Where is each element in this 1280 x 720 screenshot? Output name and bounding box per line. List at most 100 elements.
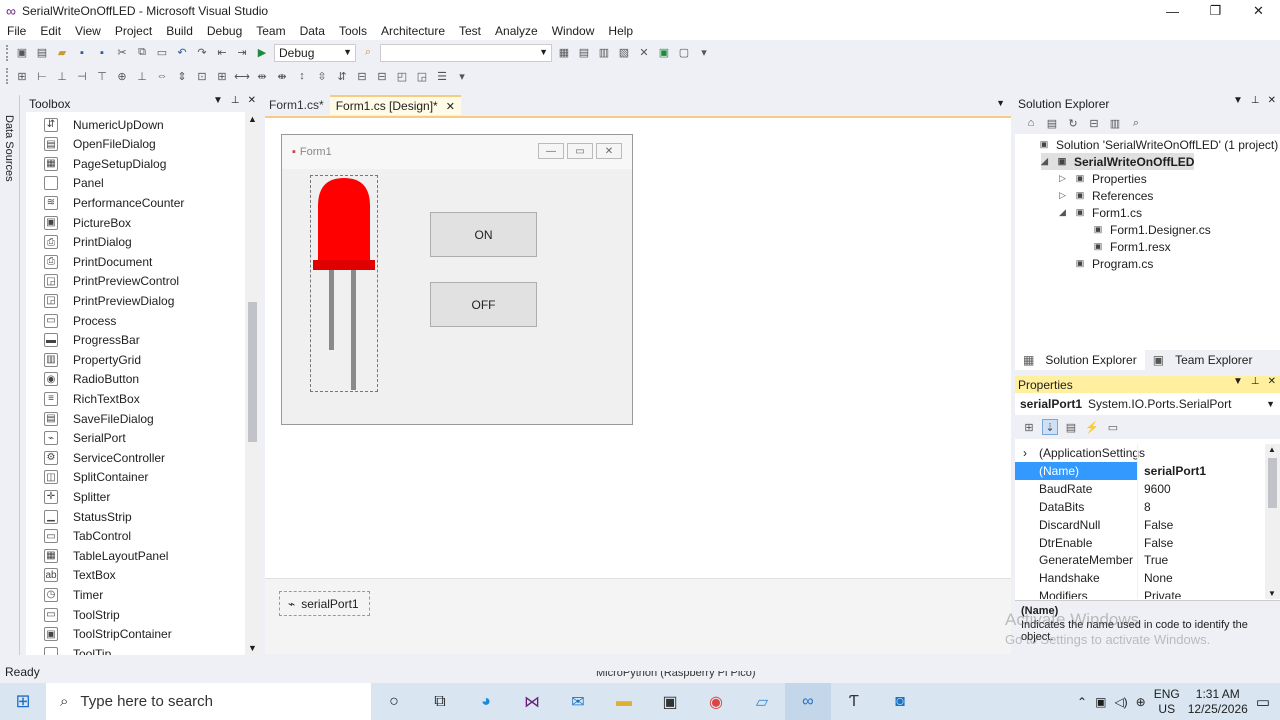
toolbox-item[interactable]: ≡ RichTextBox	[26, 389, 244, 408]
property-row[interactable]: (Name) serialPort1	[1015, 461, 1263, 480]
expand-property-icon[interactable]: ›	[1023, 446, 1027, 460]
panel-menu-icon[interactable]: ▼	[1233, 376, 1243, 387]
collapse-all-icon[interactable]: ⊟	[1086, 115, 1102, 131]
toolbox-item[interactable]: ▥ PropertyGrid	[26, 350, 244, 369]
toolbox-item[interactable]: ⌁ SerialPort	[26, 429, 244, 448]
solution-tree-item[interactable]: ◢ ▣ Form1.cs	[1059, 204, 1142, 221]
navigate-back-icon[interactable]: ⇤	[214, 45, 230, 61]
make-same-width-icon[interactable]: ⇔	[154, 68, 170, 84]
refresh-icon[interactable]: ↻	[1065, 115, 1081, 131]
add-item-icon[interactable]: ▤	[34, 45, 50, 61]
alphabetical-icon[interactable]: ⇣	[1042, 419, 1058, 435]
solution-tree-item[interactable]: ▷ ▣ References	[1059, 187, 1153, 204]
tools-icon[interactable]: ✕	[636, 45, 652, 61]
toolbox-item[interactable]: ▬ ProgressBar	[26, 331, 244, 350]
off-button[interactable]: OFF	[430, 282, 537, 327]
toolbox-item[interactable]: ▤ OpenFileDialog	[26, 135, 244, 154]
language-indicator[interactable]: ENG US	[1154, 687, 1180, 717]
toolbar-options-icon[interactable]: ▾	[696, 45, 712, 61]
open-file-icon[interactable]: ▰	[54, 45, 70, 61]
property-row[interactable]: › (ApplicationSettings	[1015, 444, 1263, 462]
cortana-icon[interactable]: ○	[371, 683, 417, 720]
show-hidden-icons-icon[interactable]: ⌃	[1077, 695, 1087, 709]
toolbox-item[interactable]: ◫ SplitContainer	[26, 468, 244, 487]
vertical-spacing-icon[interactable]: ↕	[294, 68, 310, 84]
expander-icon[interactable]: ▷	[1059, 190, 1073, 201]
increase-hspacing-icon[interactable]: ⇹	[254, 68, 270, 84]
pin-icon[interactable]: ⊥	[1251, 95, 1260, 106]
property-row[interactable]: BaudRate 9600	[1015, 479, 1263, 498]
property-value[interactable]: 9600	[1137, 479, 1171, 498]
property-value[interactable]: False	[1137, 533, 1173, 552]
toolbox-item[interactable]: ab TextBox	[26, 566, 244, 585]
property-value[interactable]	[1137, 444, 1144, 462]
tab-solution-explorer[interactable]: ▦ Solution Explorer	[1015, 350, 1145, 370]
expander-icon[interactable]: ◢	[1059, 207, 1073, 218]
document-tab[interactable]: Form1.cs [Design]* ✕	[329, 95, 461, 115]
platform-select[interactable]: ▼	[380, 43, 552, 62]
home-icon[interactable]: ⌂	[1023, 115, 1039, 131]
data-sources-tab[interactable]: Data Sources	[3, 115, 15, 182]
form-designer-surface[interactable]: ▪ Form1 — ▭ ✕ ON OFF ⌁ serialPort1	[265, 116, 1011, 654]
solution-tree-item[interactable]: ▣ Form1.resx	[1077, 238, 1171, 255]
toolbox-item[interactable]: ▦ PageSetupDialog	[26, 154, 244, 173]
properties-view-icon[interactable]: ▤	[1063, 419, 1079, 435]
menu-view[interactable]: View	[68, 24, 108, 38]
file-explorer-icon[interactable]: ▬	[601, 683, 647, 720]
tab-team-explorer[interactable]: ▣ Team Explorer	[1145, 353, 1261, 367]
toolbox-icon[interactable]: ▧	[616, 45, 632, 61]
toolbar-grip[interactable]	[6, 44, 10, 61]
paste-icon[interactable]: ▭	[154, 45, 170, 61]
property-pages-icon[interactable]: ▭	[1105, 419, 1121, 435]
events-icon[interactable]: ⚡	[1084, 419, 1100, 435]
menu-tools[interactable]: Tools	[332, 24, 374, 38]
toolbox-item[interactable]: ◲ PrintPreviewControl	[26, 272, 244, 291]
toolbox-item[interactable]: ⇵ NumericUpDown	[26, 115, 244, 134]
close-icon[interactable]: ✕	[1268, 376, 1276, 387]
toolbar-options-icon[interactable]: ▾	[454, 68, 470, 84]
menu-test[interactable]: Test	[452, 24, 488, 38]
volume-icon[interactable]: ◁)	[1114, 695, 1127, 709]
notepad-icon[interactable]: ▱	[739, 683, 785, 720]
scroll-down-icon[interactable]: ▼	[1268, 589, 1276, 598]
toolbox-item[interactable]: ▣ ToolStripContainer	[26, 625, 244, 644]
bring-to-front-icon[interactable]: ◰	[394, 68, 410, 84]
windows-start-icon[interactable]: ⊞	[0, 683, 46, 720]
toolbox-item[interactable]: ▭ ToolStrip	[26, 605, 244, 624]
align-centers-icon[interactable]: ⊥	[54, 68, 70, 84]
restore-button[interactable]: ❐	[1194, 0, 1237, 22]
toolbox-item[interactable]: ▦ TableLayoutPanel	[26, 546, 244, 565]
toolbox-item[interactable]: ▣ PictureBox	[26, 213, 244, 232]
menu-project[interactable]: Project	[108, 24, 159, 38]
object-selector[interactable]: serialPort1 System.IO.Ports.SerialPort ▼	[1015, 393, 1280, 415]
property-row[interactable]: GenerateMember True	[1015, 551, 1263, 570]
taskbar-search[interactable]: ⌕ Type here to search	[46, 683, 371, 720]
scroll-thumb[interactable]	[1268, 458, 1277, 508]
show-all-files-icon[interactable]: ▤	[1044, 115, 1060, 131]
led-picturebox[interactable]	[310, 175, 378, 392]
menu-architecture[interactable]: Architecture	[374, 24, 452, 38]
toolbox-item[interactable]: ToolTip	[26, 644, 244, 655]
undo-icon[interactable]: ↶	[174, 45, 190, 61]
menu-build[interactable]: Build	[159, 24, 200, 38]
pin-icon[interactable]: ⊥	[1251, 376, 1260, 387]
align-rights-icon[interactable]: ⊣	[74, 68, 90, 84]
make-same-height-icon[interactable]: ⇕	[174, 68, 190, 84]
solution-tree-item[interactable]: ▣ Form1.Designer.cs	[1077, 221, 1211, 238]
menu-window[interactable]: Window	[545, 24, 602, 38]
scroll-up-icon[interactable]: ▲	[248, 114, 257, 124]
categorized-icon[interactable]: ⊞	[1021, 419, 1037, 435]
property-value[interactable]: False	[1137, 515, 1173, 534]
property-row[interactable]: DataBits 8	[1015, 497, 1263, 516]
size-to-grid-icon[interactable]: ⊞	[214, 68, 230, 84]
minimize-button[interactable]: —	[1151, 0, 1194, 22]
panel-menu-icon[interactable]: ▼	[1233, 95, 1243, 106]
toolbox-item[interactable]: ⎙ PrintDialog	[26, 233, 244, 252]
toolbox-item[interactable]: ◷ Timer	[26, 585, 244, 604]
toolbox-item[interactable]: ◉ RadioButton	[26, 370, 244, 389]
on-button[interactable]: ON	[430, 212, 537, 257]
align-bottoms-icon[interactable]: ⊥	[134, 68, 150, 84]
toolbox-item[interactable]: ⎙ PrintDocument	[26, 252, 244, 271]
center-horizontally-icon[interactable]: ⊟	[354, 68, 370, 84]
mail-icon[interactable]: ✉	[555, 683, 601, 720]
